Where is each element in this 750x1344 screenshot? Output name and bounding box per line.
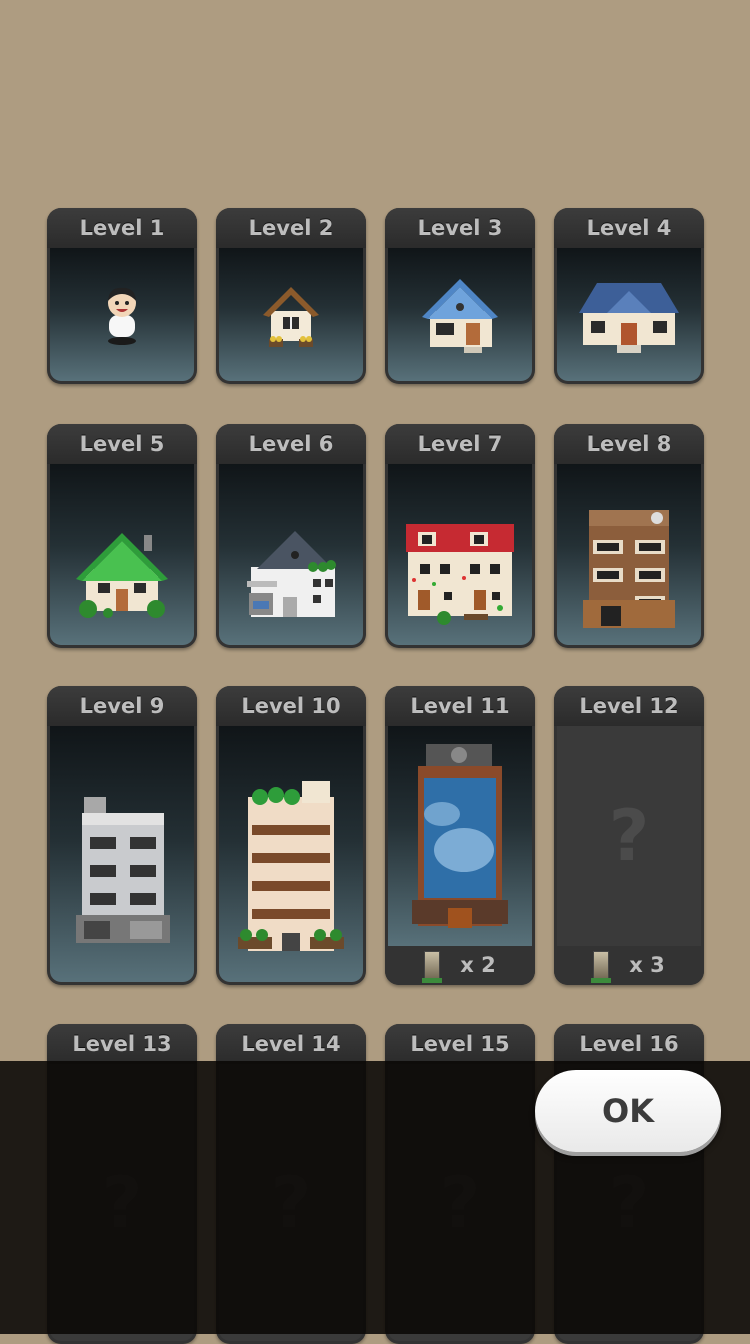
level-label: Level 11	[385, 686, 535, 726]
blue-roof-house-icon	[422, 278, 498, 353]
level-card-5[interactable]: Level 5	[47, 424, 197, 648]
requirement-footer: x 3	[554, 946, 704, 985]
level-label: Level 4	[554, 208, 704, 248]
level-label: Level 3	[385, 208, 535, 248]
level-label: Level 15	[385, 1024, 535, 1064]
level-card-12[interactable]: Level 12 ? x 3	[554, 686, 704, 985]
townhouse-icon	[406, 523, 514, 625]
cabin-icon	[263, 286, 319, 347]
level-label: Level 1	[47, 208, 197, 248]
question-mark-icon: ?	[608, 795, 650, 877]
level-label: Level 14	[216, 1024, 366, 1064]
building-icon	[591, 951, 612, 983]
glass-tower-icon	[412, 744, 508, 929]
office-building-icon	[76, 796, 170, 943]
modern-house-icon	[247, 530, 336, 617]
level-card-2[interactable]: Level 2	[216, 208, 366, 384]
level-label: Level 13	[47, 1024, 197, 1064]
level-card-10[interactable]: Level 10	[216, 686, 366, 985]
requirement-count: x 3	[629, 953, 665, 977]
level-label: Level 2	[216, 208, 366, 248]
level-card-11[interactable]: Level 11 x 2	[385, 686, 535, 985]
condo-building-icon	[238, 780, 344, 951]
level-label: Level 16	[554, 1024, 704, 1064]
large-house-icon	[579, 282, 679, 353]
level-card-7[interactable]: Level 7	[385, 424, 535, 648]
level-card-1[interactable]: Level 1	[47, 208, 197, 384]
level-label: Level 9	[47, 686, 197, 726]
building-icon	[422, 951, 443, 983]
level-label: Level 8	[554, 424, 704, 464]
level-card-9[interactable]: Level 9	[47, 686, 197, 985]
green-roof-house-icon	[76, 532, 168, 618]
level-label: Level 5	[47, 424, 197, 464]
level-card-8[interactable]: Level 8	[554, 424, 704, 648]
level-card-6[interactable]: Level 6	[216, 424, 366, 648]
requirement-footer: x 2	[385, 946, 535, 985]
person-icon	[108, 287, 136, 345]
apartment-icon	[583, 509, 675, 628]
level-label: Level 7	[385, 424, 535, 464]
level-card-3[interactable]: Level 3	[385, 208, 535, 384]
ok-button[interactable]: OK	[535, 1070, 721, 1152]
level-label: Level 10	[216, 686, 366, 726]
level-label: Level 12	[554, 686, 704, 726]
level-label: Level 6	[216, 424, 366, 464]
requirement-count: x 2	[460, 953, 496, 977]
level-card-4[interactable]: Level 4	[554, 208, 704, 384]
